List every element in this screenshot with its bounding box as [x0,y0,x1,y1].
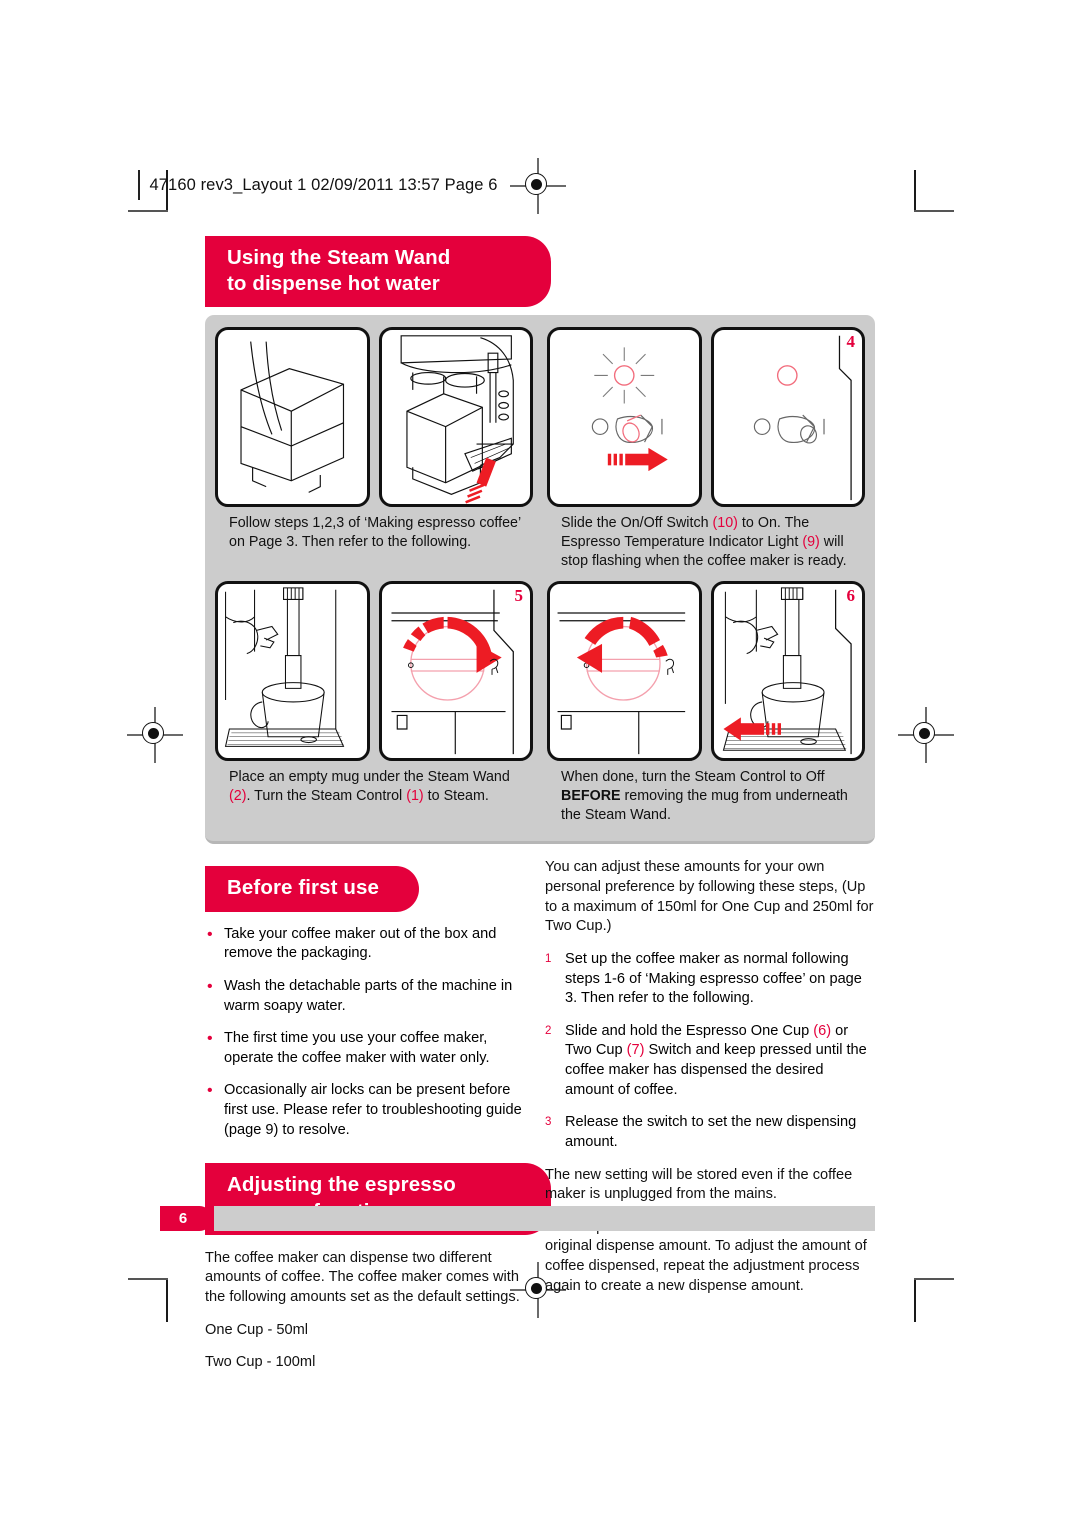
caption-part-3: to Steam. [423,788,489,805]
illustration-col-right-2: 6 [547,581,865,762]
adjustment-steps: 1 Set up the coffee maker as normal foll… [545,950,875,1153]
caption-ref-10: (10) [712,515,738,532]
header-rule [138,170,140,200]
panel-pair-4: 6 [547,581,865,762]
default-two-cup: Two Cup - 100ml [205,1354,316,1371]
caption-right-1: Slide the On/Off Switch (10) to On. The … [547,507,865,581]
step-number: 3 [545,1116,552,1129]
caption-row-2: Place an empty mug under the Steam Wand … [215,761,865,835]
list-item: Occasionally air locks can be present be… [205,1080,529,1140]
panel-mug-under-steam-wand [215,581,370,762]
registration-mark-right [898,707,954,763]
panel-indicator-light-steady: 4 [710,327,865,508]
illustration-row-2: 5 6 [215,581,865,762]
panel-remove-mug: 6 [710,581,865,762]
illustration-col-left-1 [215,327,533,508]
heading-line-1: Using the Steam Wand [227,246,451,269]
panel-number-5: 5 [514,586,524,606]
crop-mark-bottom-left [128,1278,168,1322]
caption-left-2: Place an empty mug under the Steam Wand … [215,761,533,835]
memory-intro-text: The coffee maker can dispense two differ… [205,1249,520,1306]
caption-slide-switch: Slide the On/Off Switch (10) to On. The … [547,507,865,581]
registration-mark-top [510,158,566,214]
section-heading-steam-wand: Using the Steam Wand to dispense hot wat… [205,236,551,308]
heading-line-1: Adjusting the espresso [227,1173,456,1197]
right-column: You can adjust these amounts for your ow… [545,858,875,1385]
caption-text: Follow steps 1,2,3 of ‘Making espresso c… [229,515,521,551]
list-item: The first time you use your coffee maker… [205,1028,529,1068]
panel-number-4: 4 [846,332,856,352]
heading-text: Before first use [227,876,379,900]
panel-steam-control-to-steam: 5 [378,581,533,762]
caption-left-1: Follow steps 1,2,3 of ‘Making espresso c… [215,507,533,581]
list-item: Wash the detachable parts of the machine… [205,976,529,1016]
step-item-1: 1 Set up the coffee maker as normal foll… [545,950,875,1009]
step-text: Set up the coffee maker as normal follow… [565,950,862,1007]
step-item-3: 3 Release the switch to set the new disp… [545,1113,875,1152]
panel-pair-3: 5 [215,581,533,762]
caption-ref-2: (2) [229,788,247,805]
panel-steam-control-to-off [547,581,702,762]
caption-when-done: When done, turn the Steam Control to Off… [547,761,865,835]
crop-mark-top-right [912,170,954,212]
illustration-col-right-1: 4 [547,327,865,508]
heading-line-2: to dispense hot water [227,272,440,296]
step-ref-6: (6) [813,1022,832,1039]
step-text-part-1: Slide and hold the Espresso One Cup [565,1022,814,1039]
illustration-board: 4 Follow steps 1,2,3 of ‘Making espresso… [205,315,875,845]
header-filename-text: 47160 rev3_Layout 1 02/09/2011 13:57 Pag… [149,175,498,194]
list-item: Take your coffee maker out of the box an… [205,924,529,964]
adjust-amounts-intro: You can adjust these amounts for your ow… [545,859,874,935]
default-one-cup: One Cup - 50ml [205,1321,309,1338]
panel-on-off-switch-on [547,327,702,508]
panel-pair-1 [215,327,533,508]
print-header: 47160 rev3_Layout 1 02/09/2011 13:57 Pag… [138,170,498,200]
caption-part-1: Slide the On/Off Switch [561,515,713,532]
step-number: 2 [545,1024,552,1037]
panel-water-tank-insert [378,327,533,508]
illustration-row-1: 4 [215,327,865,508]
panel-water-tank-fill [215,327,370,508]
before-first-use-list: Take your coffee maker out of the box an… [205,924,529,1141]
section-heading-before-first-use: Before first use [205,866,419,912]
illustration-col-left-2: 5 [215,581,533,762]
step-ref-7: (7) [626,1042,645,1059]
panel-pair-2: 4 [547,327,865,508]
two-column-text: Before first use Take your coffee maker … [205,858,875,1385]
footer-rule [214,1206,875,1231]
caption-part-1: Place an empty mug under the Steam Wand [229,769,510,786]
caption-row-1: Follow steps 1,2,3 of ‘Making espresso c… [215,507,865,581]
caption-follow-steps: Follow steps 1,2,3 of ‘Making espresso c… [215,507,533,562]
red-arc-arrow-clockwise [402,617,502,674]
step-item-2: 2 Slide and hold the Espresso One Cup (6… [545,1022,875,1101]
caption-ref-1: (1) [406,788,424,805]
caption-ref-9: (9) [802,534,820,551]
caption-place-mug: Place an empty mug under the Steam Wand … [215,761,533,816]
red-arrow-right [607,448,668,472]
crop-mark-bottom-right [912,1278,954,1322]
caption-part-1: When done, turn the Steam Control to Off [561,769,825,786]
step-text: Release the switch to set the new dispen… [565,1114,857,1150]
caption-part-2: . Turn the Steam Control [246,788,407,805]
step-number: 1 [545,952,552,965]
caption-emphasis-before: BEFORE [561,788,621,805]
memory-note-1: The new setting will be stored even if t… [545,1166,853,1203]
registration-mark-left [127,707,183,763]
red-arc-arrow-counterclockwise [576,617,668,674]
panel-number-6: 6 [846,586,856,606]
flash-rays [594,347,655,404]
page-footer: 6 [160,1206,875,1231]
caption-right-2: When done, turn the Steam Control to Off… [547,761,865,835]
left-column: Before first use Take your coffee maker … [205,858,551,1385]
page-number-badge: 6 [160,1206,212,1231]
